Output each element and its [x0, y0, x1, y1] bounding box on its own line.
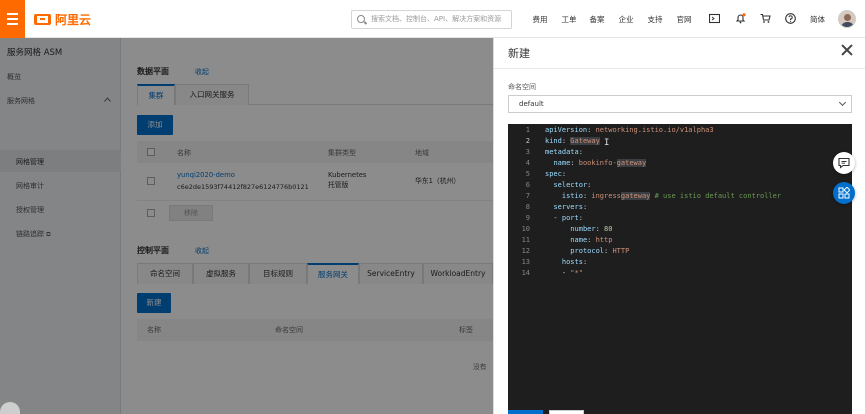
modal-overlay[interactable] — [0, 38, 493, 414]
code-line: hosts: — [561, 258, 588, 266]
drawer-title: 新建 — [508, 47, 530, 60]
line-number: 11 — [521, 236, 530, 244]
line-number: 13 — [521, 258, 530, 266]
code-line: name: http — [570, 236, 613, 244]
grid-apps-icon — [838, 187, 850, 199]
search-icon — [357, 15, 365, 23]
language-switch[interactable]: 简体 — [810, 14, 825, 25]
code-line: servers: — [553, 203, 588, 211]
code-line: spec: — [545, 170, 567, 178]
code-line: selector: — [553, 181, 592, 189]
namespace-label: 命名空间 — [508, 83, 536, 91]
nav-link-icp[interactable]: 备案 — [584, 14, 610, 25]
yaml-code-editor[interactable]: 1 2 3 4 5 6 7 8 9 10 11 12 13 14 apiVers… — [508, 124, 852, 414]
text-cursor-icon: I — [604, 138, 610, 148]
line-number: 9 — [525, 214, 530, 222]
aliyun-logo-icon — [34, 13, 51, 25]
line-number: 7 — [525, 192, 530, 200]
logo-text: 阿里云 — [55, 12, 92, 27]
close-icon[interactable] — [840, 43, 854, 57]
line-number: 4 — [525, 159, 530, 167]
line-number: 14 — [521, 269, 530, 277]
namespace-selected-value: default — [519, 100, 544, 108]
line-number: 6 — [525, 181, 530, 189]
confirm-button[interactable] — [508, 410, 543, 414]
chevron-down-icon — [838, 98, 847, 107]
code-line: apiVersion: networking.istio.io/v1alpha3 — [545, 126, 714, 134]
menu-icon[interactable] — [0, 0, 25, 38]
top-navbar: 阿里云 搜索文档、控制台、API、解决方案和资源 费用 工单 备案 企业 支持 … — [0, 0, 865, 38]
nav-link-ticket[interactable]: 工单 — [556, 14, 582, 25]
terminal-icon[interactable] — [709, 13, 720, 24]
user-avatar[interactable] — [838, 10, 856, 28]
nav-link-official-site[interactable]: 官网 — [671, 14, 697, 25]
nav-link-support[interactable]: 支持 — [642, 14, 668, 25]
code-line: istio: ingressgateway # use istio defaul… — [561, 192, 782, 200]
line-number: 8 — [525, 203, 530, 211]
nav-link-billing[interactable]: 费用 — [527, 14, 553, 25]
top-nav-links: 费用 工单 备案 企业 支持 官网 — [527, 14, 697, 25]
line-number: 12 — [521, 247, 530, 255]
help-icon[interactable] — [785, 13, 796, 24]
code-line: metadata: — [545, 148, 583, 156]
line-number: 10 — [521, 225, 530, 233]
global-search-input[interactable]: 搜索文档、控制台、API、解决方案和资源 — [351, 10, 512, 29]
line-number: 3 — [525, 148, 530, 156]
feedback-button[interactable] — [833, 152, 855, 174]
aliyun-logo[interactable]: 阿里云 — [34, 12, 92, 27]
cancel-button[interactable] — [549, 410, 584, 414]
nav-link-enterprise[interactable]: 企业 — [613, 14, 639, 25]
create-drawer: 新建 命名空间 default 1 2 3 4 5 6 7 8 9 10 11 … — [493, 38, 865, 414]
editor-gutter: 1 2 3 4 5 6 7 8 9 10 11 12 13 14 — [508, 124, 536, 414]
code-line: name: bookinfo-gateway — [553, 159, 647, 167]
drawer-divider — [494, 68, 865, 69]
chat-icon — [838, 157, 850, 169]
line-number: 1 — [525, 126, 530, 134]
search-placeholder: 搜索文档、控制台、API、解决方案和资源 — [371, 15, 502, 23]
code-line: - port: — [545, 214, 583, 222]
bell-icon[interactable] — [735, 13, 746, 24]
code-line: protocol: HTTP — [570, 247, 630, 255]
line-number: 5 — [525, 170, 530, 178]
apps-button[interactable] — [833, 182, 855, 204]
code-line: number: 80 — [570, 225, 613, 233]
code-line: kind: Gateway — [545, 137, 600, 145]
line-number: 2 — [525, 137, 530, 145]
cart-icon[interactable] — [760, 13, 771, 24]
code-line: - "*" — [545, 269, 583, 277]
namespace-select[interactable]: default — [508, 95, 852, 113]
